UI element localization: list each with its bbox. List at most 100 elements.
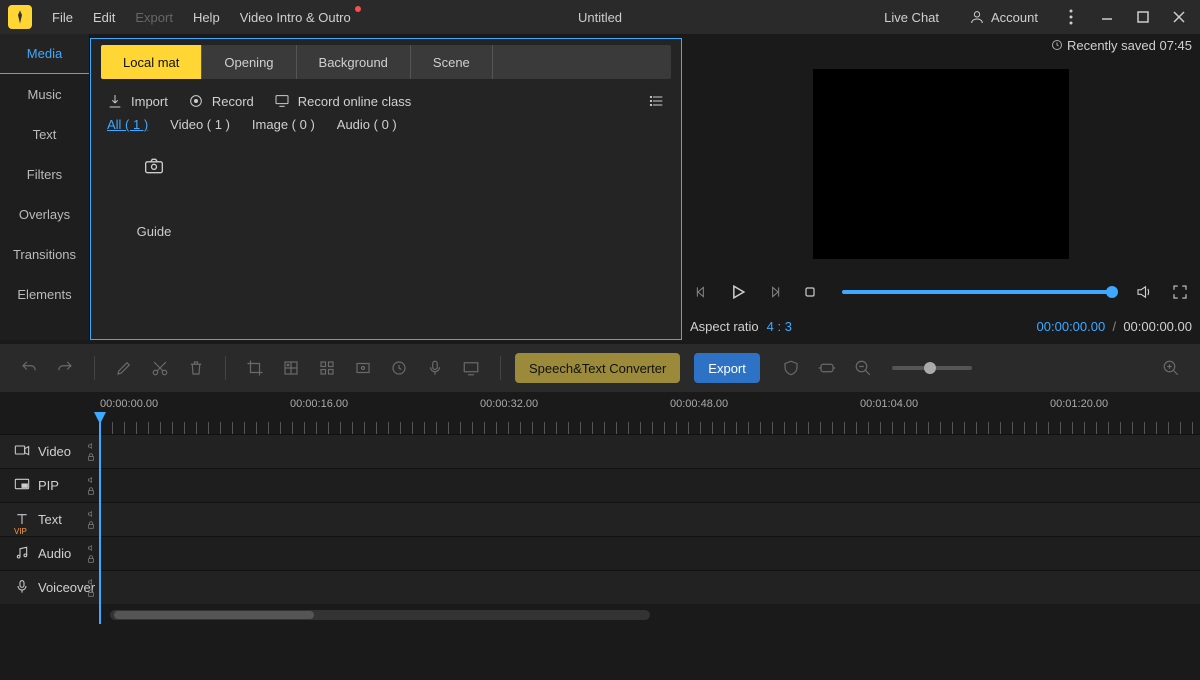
filter-video[interactable]: Video ( 1 ): [170, 117, 230, 132]
preview-canvas[interactable]: [813, 69, 1069, 259]
record-button[interactable]: Record: [188, 93, 254, 109]
scrollbar-thumb[interactable]: [114, 611, 314, 619]
speech-text-converter-button[interactable]: Speech&Text Converter: [515, 353, 680, 383]
lock-icon[interactable]: [86, 554, 96, 564]
live-chat-link[interactable]: Live Chat: [874, 4, 949, 31]
minimize-button[interactable]: [1094, 4, 1120, 30]
sidebar-tab-text[interactable]: Text: [0, 114, 89, 154]
mosaic-button[interactable]: [276, 353, 306, 383]
menu-edit[interactable]: Edit: [83, 4, 125, 31]
track-header: PIP: [0, 469, 100, 502]
filter-audio[interactable]: Audio ( 0 ): [337, 117, 397, 132]
monitor-icon: [274, 93, 290, 109]
grid-button[interactable]: [312, 353, 342, 383]
mute-icon[interactable]: [86, 578, 96, 586]
separator: [500, 356, 501, 380]
track-body[interactable]: [100, 537, 1200, 570]
zoom-slider-knob[interactable]: [924, 362, 936, 374]
lock-icon[interactable]: [86, 452, 96, 462]
track-body[interactable]: [100, 469, 1200, 502]
play-button[interactable]: [726, 280, 750, 304]
track-label: Text: [38, 512, 62, 527]
fullscreen-button[interactable]: [1168, 280, 1192, 304]
mute-icon[interactable]: [86, 442, 96, 450]
close-button[interactable]: [1166, 4, 1192, 30]
time-ruler[interactable]: 00:00:00.00 00:00:16.00 00:00:32.00 00:0…: [100, 398, 1200, 434]
menu-file[interactable]: File: [42, 4, 83, 31]
track-text[interactable]: TextVIP: [0, 502, 1200, 536]
progress-knob-icon[interactable]: [1106, 286, 1118, 298]
volume-button[interactable]: [1132, 280, 1156, 304]
freeze-frame-button[interactable]: [348, 353, 378, 383]
screen-record-button[interactable]: [456, 353, 486, 383]
sidebar-tab-elements[interactable]: Elements: [0, 274, 89, 314]
export-button[interactable]: Export: [694, 353, 760, 383]
import-button[interactable]: Import: [107, 93, 168, 109]
lock-icon[interactable]: [86, 520, 96, 530]
zoom-slider[interactable]: [892, 366, 972, 370]
menu-export: Export: [125, 4, 183, 31]
autosave-status: Recently saved 07:45: [690, 34, 1192, 56]
duration-button[interactable]: [384, 353, 414, 383]
main-menu: File Edit Export Help Video Intro & Outr…: [42, 4, 361, 31]
next-frame-button[interactable]: [762, 280, 786, 304]
delete-button[interactable]: [181, 353, 211, 383]
zoom-in-button[interactable]: [1156, 353, 1186, 383]
ruler-mark: 00:01:04.00: [860, 398, 918, 410]
sidebar-tab-music[interactable]: Music: [0, 74, 89, 114]
horizontal-scrollbar[interactable]: [110, 610, 650, 620]
preview-progress[interactable]: [842, 290, 1112, 294]
sidebar-tab-transitions[interactable]: Transitions: [0, 234, 89, 274]
mute-icon[interactable]: [86, 544, 96, 552]
text-icon: [14, 511, 30, 528]
source-tab-background[interactable]: Background: [297, 45, 411, 79]
media-panel: Local mat Opening Background Scene Impor…: [90, 38, 682, 340]
track-mic[interactable]: Voiceover: [0, 570, 1200, 604]
mute-icon[interactable]: [86, 510, 96, 518]
track-audio[interactable]: Audio: [0, 536, 1200, 570]
list-view-toggle[interactable]: [649, 93, 665, 109]
track-video[interactable]: Video: [0, 434, 1200, 468]
source-tab-opening[interactable]: Opening: [202, 45, 296, 79]
maximize-button[interactable]: [1130, 4, 1156, 30]
media-thumb-label: Guide: [119, 224, 189, 239]
sidebar-tab-filters[interactable]: Filters: [0, 154, 89, 194]
mute-icon[interactable]: [86, 476, 96, 484]
prev-frame-button[interactable]: [690, 280, 714, 304]
filter-image[interactable]: Image ( 0 ): [252, 117, 315, 132]
redo-button[interactable]: [50, 353, 80, 383]
media-thumb-guide[interactable]: Guide: [119, 148, 189, 239]
timeline-toolbar: Speech&Text Converter Export: [0, 344, 1200, 392]
track-pip[interactable]: PIP: [0, 468, 1200, 502]
stop-button[interactable]: [798, 280, 822, 304]
user-icon: [969, 9, 985, 25]
track-body[interactable]: [100, 571, 1200, 604]
track-label: Video: [38, 444, 71, 459]
menu-intro-outro[interactable]: Video Intro & Outro: [230, 4, 361, 31]
track-label: PIP: [38, 478, 59, 493]
source-tab-scene[interactable]: Scene: [411, 45, 493, 79]
source-tab-local[interactable]: Local mat: [101, 45, 202, 79]
edit-button[interactable]: [109, 353, 139, 383]
fit-width-button[interactable]: [812, 353, 842, 383]
cut-button[interactable]: [145, 353, 175, 383]
undo-button[interactable]: [14, 353, 44, 383]
lock-icon[interactable]: [86, 486, 96, 496]
track-body[interactable]: [100, 435, 1200, 468]
kebab-menu-icon[interactable]: [1058, 4, 1084, 30]
record-online-button[interactable]: Record online class: [274, 93, 411, 109]
notification-dot-icon: [355, 6, 361, 12]
shield-button[interactable]: [776, 353, 806, 383]
zoom-out-button[interactable]: [848, 353, 878, 383]
track-body[interactable]: [100, 503, 1200, 536]
aspect-ratio-value[interactable]: 4 : 3: [767, 319, 792, 334]
crop-button[interactable]: [240, 353, 270, 383]
menu-help[interactable]: Help: [183, 4, 230, 31]
sidebar-tab-overlays[interactable]: Overlays: [0, 194, 89, 234]
voiceover-button[interactable]: [420, 353, 450, 383]
filter-all[interactable]: All ( 1 ): [107, 117, 148, 132]
audio-icon: [14, 545, 30, 562]
lock-icon[interactable]: [86, 588, 96, 598]
sidebar-tab-media[interactable]: Media: [0, 34, 89, 74]
account-link[interactable]: Account: [959, 3, 1048, 31]
